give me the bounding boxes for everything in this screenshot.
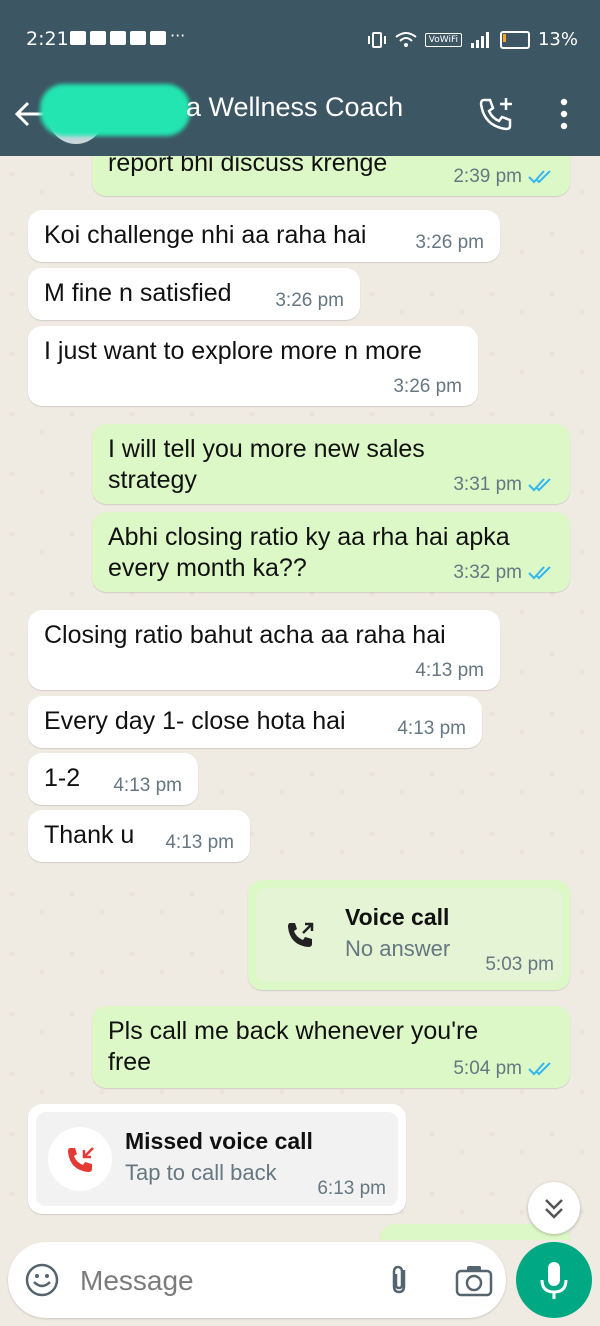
message-text: Pls call me back whenever you're free [108, 1017, 479, 1076]
chat-area[interactable]: report bhi discuss krenge 2:39 pm Koi ch… [0, 156, 600, 1240]
message-text: report bhi discuss krenge [108, 156, 388, 177]
read-receipt-icon [528, 1062, 551, 1076]
status-bar: 2:21 ··· VoWiFi 13% [0, 0, 600, 78]
message-time: 2:39 pm [453, 166, 522, 187]
battery-icon [499, 30, 530, 49]
message-text: 1-2 [44, 764, 81, 792]
youtube-icon [90, 31, 106, 45]
message-time: 6:13 pm [317, 1178, 386, 1199]
message-incoming[interactable]: Koi challenge nhi aa raha hai 3:26 pm [28, 210, 500, 262]
message-text: Thank u [44, 821, 135, 849]
message-text: I will tell you more new sales strategy [108, 435, 425, 494]
read-receipt-icon [528, 170, 551, 184]
chat-header: a Wellness Coach [0, 78, 600, 156]
call-title: Voice call [345, 904, 450, 930]
status-time: 2:21 [26, 28, 69, 50]
message-outgoing[interactable]: I will tell you more new sales strategy … [92, 424, 570, 504]
message-incoming[interactable]: Closing ratio bahut acha aa raha hai 4:1… [28, 610, 500, 690]
youtube-icon [130, 31, 146, 45]
battery-percent: 13% [537, 29, 578, 50]
read-receipt-icon [528, 566, 551, 580]
vowifi-label: VoWiFi [424, 32, 462, 47]
scroll-to-bottom-button[interactable] [528, 1182, 580, 1234]
message-time: 3:32 pm [453, 562, 522, 583]
system-status: VoWiFi 13% [367, 29, 578, 50]
message-time: 5:04 pm [453, 1058, 522, 1079]
message-time: 3:26 pm [275, 290, 344, 311]
vibrate-icon [367, 31, 386, 48]
missed-call-icon [68, 1147, 94, 1172]
battery-fill [502, 33, 506, 42]
signal-icon [470, 31, 489, 48]
double-chevron-down-icon [545, 1199, 563, 1219]
message-outgoing[interactable]: Abhi closing ratio ky aa rha hai apka ev… [92, 512, 570, 592]
notification-icon [70, 31, 86, 45]
message-time: 4:13 pm [415, 660, 484, 681]
message-time: 3:26 pm [415, 232, 484, 253]
message-meta: 2:39 pm [453, 166, 554, 188]
message-time: 4:13 pm [113, 775, 182, 796]
more-notifications-icon: ··· [170, 26, 186, 45]
notification-icons: ··· [70, 26, 186, 45]
attach-icon[interactable] [382, 1262, 418, 1298]
message-outgoing[interactable]: report bhi discuss krenge 2:39 pm [92, 156, 570, 196]
mic-button[interactable] [516, 1242, 592, 1318]
redaction-mask [40, 84, 190, 136]
message-time: 4:13 pm [165, 832, 234, 853]
add-call-icon[interactable] [476, 94, 516, 134]
mic-icon [540, 1262, 568, 1299]
voice-call-bubble[interactable]: Voice call No answer 5:03 pm [248, 880, 570, 990]
message-incoming[interactable]: I just want to explore more n more 3:26 … [28, 326, 478, 406]
message-text: I just want to explore more n more [44, 337, 422, 365]
call-title: Missed voice call [125, 1128, 313, 1154]
message-meta: 5:04 pm [453, 1058, 554, 1080]
message-incoming[interactable]: Every day 1- close hota hai 4:13 pm [28, 696, 482, 748]
message-time: 5:03 pm [485, 954, 554, 975]
message-incoming[interactable]: M fine n satisfied 3:26 pm [28, 268, 360, 320]
message-text: Every day 1- close hota hai [44, 707, 346, 735]
call-status: Tap to call back [125, 1160, 277, 1185]
message-input[interactable] [78, 1260, 372, 1302]
message-time: 3:31 pm [453, 474, 522, 495]
message-incoming[interactable]: Thank u 4:13 pm [28, 810, 250, 862]
message-incoming[interactable]: 1-2 4:13 pm [28, 753, 198, 805]
message-meta: 3:32 pm [453, 562, 554, 584]
youtube-icon [110, 31, 126, 45]
wifi-icon [395, 31, 417, 47]
message-text: Abhi closing ratio ky aa rha hai apka ev… [108, 523, 510, 582]
message-composer [8, 1242, 506, 1318]
missed-call-bubble[interactable]: Missed voice call Tap to call back 6:13 … [28, 1104, 406, 1214]
message-text: Koi challenge nhi aa raha hai [44, 221, 367, 249]
message-time: 3:26 pm [393, 376, 462, 397]
instagram-icon [150, 31, 166, 45]
camera-icon[interactable] [454, 1262, 494, 1298]
more-options-icon[interactable] [550, 94, 578, 134]
emoji-icon[interactable] [24, 1262, 60, 1298]
message-time: 4:13 pm [397, 718, 466, 739]
outgoing-call-icon [288, 922, 314, 947]
call-status: No answer [345, 936, 451, 961]
contact-name[interactable]: a Wellness Coach [186, 92, 403, 123]
message-meta: 3:31 pm [453, 474, 554, 496]
read-receipt-icon [528, 478, 551, 492]
message-text: Closing ratio bahut acha aa raha hai [44, 621, 446, 649]
message-text: M fine n satisfied [44, 279, 232, 307]
message-outgoing[interactable]: Pls call me back whenever you're free 5:… [92, 1006, 570, 1088]
